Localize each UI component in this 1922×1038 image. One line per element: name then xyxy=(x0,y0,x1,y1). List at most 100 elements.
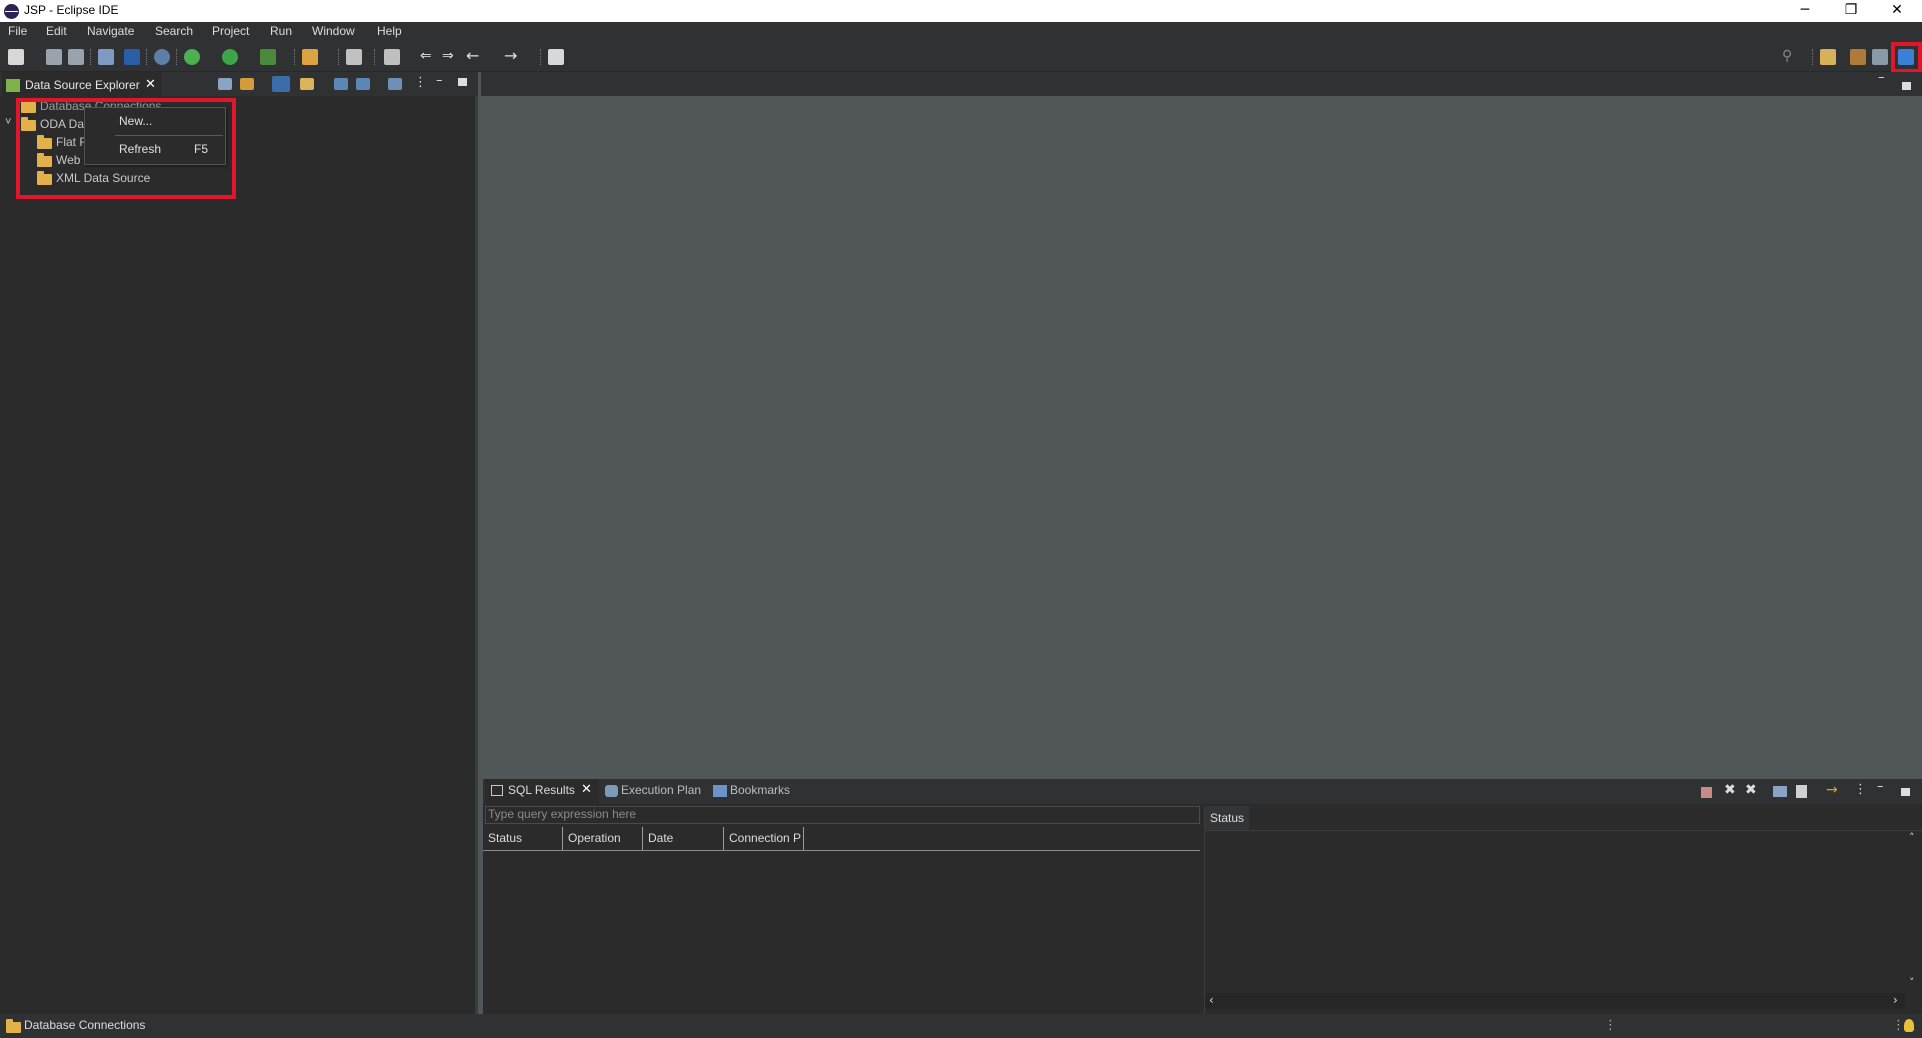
column-header-date[interactable]: Date xyxy=(643,827,724,850)
menu-help[interactable]: Help xyxy=(377,24,402,38)
tab-execution-plan[interactable]: Execution Plan xyxy=(603,779,703,804)
forward-icon[interactable]: → xyxy=(504,46,517,65)
column-header-status[interactable]: Status xyxy=(483,827,563,850)
tab-label: Execution Plan xyxy=(621,783,702,797)
maximize-view-icon[interactable] xyxy=(1901,788,1910,796)
last-edit-icon[interactable] xyxy=(384,49,400,65)
menu-project[interactable]: Project xyxy=(212,24,249,38)
status-separator-icon: ⋮ xyxy=(1604,1018,1617,1033)
tab-data-source-explorer[interactable]: Data Source Explorer ✕ xyxy=(2,72,162,96)
tab-sql-results[interactable]: SQL Results ✕ xyxy=(485,779,599,804)
run-icon[interactable] xyxy=(222,49,238,65)
tab-label: Bookmarks xyxy=(730,783,791,797)
main-toolbar: ⇐ ⇒ ← → ⚲ xyxy=(0,42,1922,73)
plan-icon xyxy=(605,785,618,797)
remove-result-icon[interactable]: ✖ xyxy=(1724,782,1736,798)
close-tab-icon[interactable]: ✕ xyxy=(581,782,592,797)
filter-icon[interactable] xyxy=(272,76,290,92)
pin-editor-icon[interactable] xyxy=(548,49,564,65)
chevron-down-icon[interactable]: ˅ xyxy=(5,116,11,128)
open-perspective-icon[interactable] xyxy=(98,49,114,65)
data-source-explorer-panel: Data Source Explorer ✕ ⋮ – Database Conn… xyxy=(0,72,478,1014)
toggle-view-icon[interactable] xyxy=(124,49,140,65)
view-menu-icon[interactable]: ⋮ xyxy=(1854,782,1867,797)
link-with-editor-icon[interactable] xyxy=(240,78,254,90)
export-icon[interactable] xyxy=(356,78,370,90)
window-title: JSP - Eclipse IDE xyxy=(24,3,119,17)
menu-edit[interactable]: Edit xyxy=(46,24,67,38)
editor-area: – xyxy=(481,70,1922,777)
tab-status[interactable]: Status xyxy=(1205,806,1249,830)
menu-run[interactable]: Run xyxy=(270,24,292,38)
lightbulb-icon[interactable] xyxy=(1904,1019,1914,1032)
new-profile-icon[interactable] xyxy=(388,78,402,90)
bottom-tab-bar: SQL Results ✕ Execution Plan Bookmarks ✖… xyxy=(483,779,1922,804)
filter-results-icon[interactable] xyxy=(1773,786,1787,797)
header-divider xyxy=(483,850,1200,851)
maximize-editor-icon[interactable] xyxy=(1902,82,1911,90)
editor-tab-bar: – xyxy=(481,70,1922,96)
scroll-right-icon[interactable]: › xyxy=(1893,993,1898,1007)
forward-arrow-icon[interactable]: ⇒ xyxy=(442,48,454,64)
close-tab-icon[interactable]: ✕ xyxy=(145,77,156,92)
terminate-icon[interactable] xyxy=(1701,787,1712,798)
tab-label: Data Source Explorer xyxy=(25,78,140,92)
collapse-all-icon[interactable] xyxy=(218,78,232,90)
scroll-down-icon[interactable]: ˅ xyxy=(1909,976,1915,989)
connect-icon[interactable] xyxy=(300,78,314,90)
new-icon[interactable] xyxy=(8,49,24,65)
database-development-perspective-icon[interactable] xyxy=(1898,49,1914,65)
tab-label: SQL Results xyxy=(508,783,575,797)
save-icon[interactable] xyxy=(46,49,62,65)
pin-arrow-icon[interactable]: → xyxy=(1826,782,1838,798)
debug-icon[interactable] xyxy=(184,49,200,65)
column-header-connection-profile[interactable]: Connection P xyxy=(724,827,804,850)
bookmarks-icon xyxy=(713,785,727,797)
result-status-pane: Status ˄ ˅ ‹ › xyxy=(1204,806,1922,1014)
run-external-icon[interactable] xyxy=(260,49,276,65)
status-divider xyxy=(1205,830,1922,831)
open-perspective-button-icon[interactable] xyxy=(1820,49,1836,65)
save-all-icon[interactable] xyxy=(68,49,84,65)
menu-window[interactable]: Window xyxy=(312,24,355,38)
table-icon xyxy=(491,785,503,796)
menu-file[interactable]: File xyxy=(8,24,27,38)
column-header-operation[interactable]: Operation xyxy=(563,827,643,850)
restore-button[interactable]: ❐ xyxy=(1828,0,1874,22)
eclipse-logo-icon xyxy=(4,4,19,19)
highlight-box-tree xyxy=(16,98,236,199)
back-icon[interactable]: ← xyxy=(466,46,479,65)
menu-bar: File Edit Navigate Search Project Run Wi… xyxy=(0,22,1922,42)
annotation-icon[interactable] xyxy=(346,49,362,65)
close-window-button[interactable]: ✕ xyxy=(1874,0,1920,22)
query-expression-input[interactable]: Type query expression here xyxy=(485,806,1200,824)
data-source-icon xyxy=(6,79,20,92)
scroll-up-icon[interactable]: ˄ xyxy=(1909,831,1915,844)
vertical-scrollbar[interactable]: ˄ ˅ xyxy=(1905,831,1922,991)
menu-navigate[interactable]: Navigate xyxy=(87,24,134,38)
minimize-editor-icon[interactable]: – xyxy=(1878,70,1885,85)
title-bar: JSP - Eclipse IDE ─ ❐ ✕ xyxy=(0,0,1922,22)
status-text: Database Connections xyxy=(24,1018,146,1032)
remove-all-results-icon[interactable]: ✖ xyxy=(1745,782,1757,798)
horizontal-scrollbar[interactable]: ‹ › xyxy=(1205,993,1905,1009)
folder-icon xyxy=(6,1019,21,1033)
maximize-view-icon[interactable] xyxy=(458,78,467,86)
back-arrow-icon[interactable]: ⇐ xyxy=(420,48,432,64)
status-bar: Database Connections ⋮ ⋮ xyxy=(0,1014,1922,1038)
minimize-view-icon[interactable]: – xyxy=(1877,779,1884,794)
save-results-icon[interactable] xyxy=(1796,785,1807,798)
jsp-perspective-icon[interactable] xyxy=(1872,49,1888,65)
pen-icon[interactable] xyxy=(302,49,318,65)
menu-search[interactable]: Search xyxy=(155,24,193,38)
sql-results-panel: SQL Results ✕ Execution Plan Bookmarks ✖… xyxy=(483,779,1922,1014)
import-icon[interactable] xyxy=(334,78,348,90)
search-icon[interactable]: ⚲ xyxy=(1782,48,1792,64)
minimize-button[interactable]: ─ xyxy=(1782,0,1828,22)
view-menu-icon[interactable]: ⋮ xyxy=(414,75,427,90)
minimize-view-icon[interactable]: – xyxy=(436,73,443,88)
tab-bookmarks[interactable]: Bookmarks xyxy=(711,779,801,804)
java-ee-perspective-icon[interactable] xyxy=(1850,49,1866,65)
skip-breakpoints-icon[interactable] xyxy=(154,49,170,65)
scroll-left-icon[interactable]: ‹ xyxy=(1209,993,1214,1007)
